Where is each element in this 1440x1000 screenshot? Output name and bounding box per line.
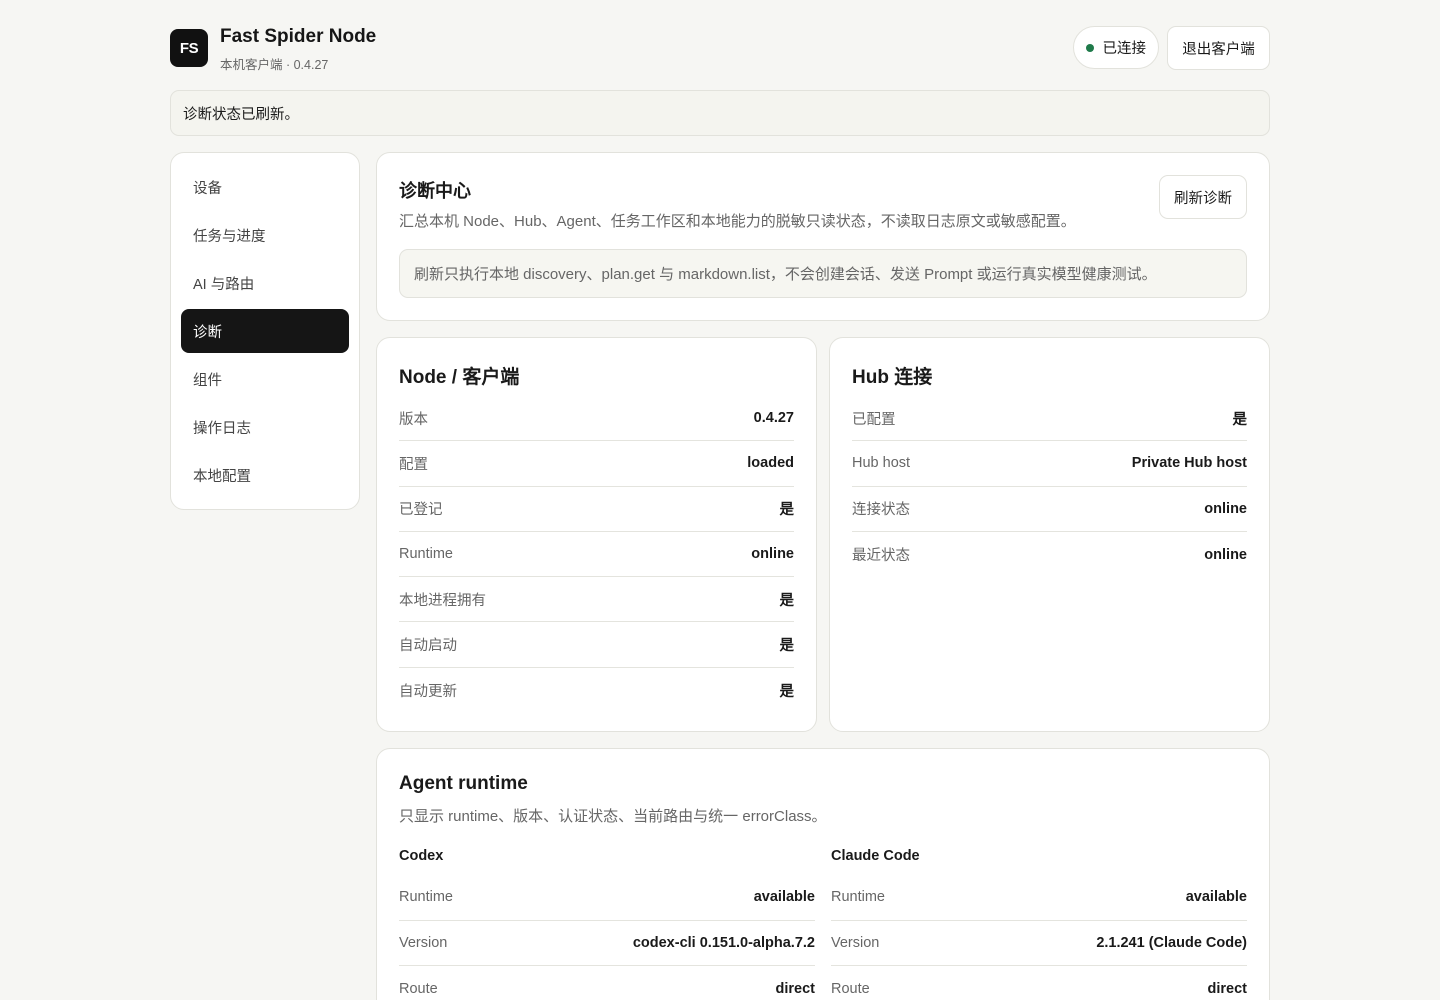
info-key: Hub host	[852, 455, 911, 472]
info-row: 本地进程拥有 是	[399, 577, 795, 623]
info-key: 本地进程拥有	[399, 592, 486, 609]
info-value: Private Hub host	[1131, 455, 1247, 472]
info-row: Version codex-cli 0.151.0-alpha.7.2	[399, 921, 815, 966]
info-row: Version 2.1.241 (Claude Code)	[831, 921, 1247, 966]
info-row: Route direct	[831, 966, 1247, 1000]
node-card-title: Node / 客户端	[399, 367, 520, 388]
info-key: Route	[399, 980, 438, 997]
app-subtitle: 本机客户端 · 0.4.27	[220, 58, 329, 72]
sidebar-item-local-config[interactable]: 本地配置	[181, 453, 349, 497]
status-dot-icon	[1085, 43, 1094, 52]
diagnostics-description: 汇总本机 Node、Hub、Agent、任务工作区和本地能力的脱敏只读状态，不读…	[399, 213, 1076, 230]
exit-client-button[interactable]: 退出客户端	[1167, 26, 1270, 70]
agent-card-title: Agent runtime	[399, 773, 528, 794]
info-key: Route	[831, 980, 870, 997]
info-row: 已配置 是	[852, 396, 1248, 442]
info-key: 已配置	[852, 411, 896, 428]
info-row: Route direct	[399, 966, 815, 1000]
info-key: 自动启动	[399, 638, 457, 655]
info-value: online	[751, 546, 794, 563]
status-notice: 诊断状态已刷新。	[170, 90, 1270, 136]
info-row: 版本 0.4.27	[399, 396, 794, 442]
info-value: available	[753, 889, 815, 906]
info-value: online	[1204, 500, 1247, 517]
info-row: Hub host Private Hub host	[852, 441, 1247, 487]
info-value: 是	[779, 502, 795, 519]
agent-name: Codex	[399, 848, 444, 864]
info-key: 版本	[399, 411, 428, 428]
sidebar-nav: 设备 任务与进度 AI 与路由 诊断 组件 操作日志 本地配置	[170, 152, 360, 510]
app-page: FS Fast Spider Node 本机客户端 · 0.4.27 已连接 退…	[0, 0, 1440, 1000]
diagnostics-center-card: 诊断中心 汇总本机 Node、Hub、Agent、任务工作区和本地能力的脱敏只读…	[376, 152, 1270, 321]
app-title: Fast Spider Node	[220, 26, 377, 47]
refresh-diagnostics-button[interactable]: 刷新诊断	[1159, 175, 1247, 219]
hub-card-title: Hub 连接	[852, 367, 933, 388]
info-value: codex-cli 0.151.0-alpha.7.2	[632, 934, 815, 951]
agent-name: Claude Code	[831, 848, 920, 864]
sidebar-item-devices[interactable]: 设备	[181, 165, 349, 209]
info-value: 0.4.27	[753, 410, 794, 427]
info-row: 最近状态 online	[852, 532, 1247, 577]
info-key: Version	[399, 934, 448, 951]
sidebar-item-tasks[interactable]: 任务与进度	[181, 213, 349, 257]
info-value: 是	[779, 683, 795, 700]
diagnostics-note: 刷新只执行本地 discovery、plan.get 与 markdown.li…	[399, 249, 1247, 298]
hub-connection-card: Hub 连接 已配置 是 Hub host Private Hub host 连接状…	[829, 337, 1270, 732]
info-key: Runtime	[399, 546, 453, 563]
agent-runtime-card: Agent runtime 只显示 runtime、版本、认证状态、当前路由与统…	[376, 748, 1270, 1000]
connection-status-badge: 已连接	[1072, 26, 1159, 69]
sidebar-item-components[interactable]: 组件	[181, 357, 349, 401]
info-key: Runtime	[831, 889, 885, 906]
info-value: direct	[1207, 980, 1248, 997]
info-key: 自动更新	[399, 683, 457, 700]
info-row: Runtime available	[831, 875, 1247, 921]
connection-status-label: 已连接	[1102, 41, 1147, 57]
info-row: Runtime available	[399, 875, 815, 921]
info-row: 配置 loaded	[399, 441, 794, 487]
app-logo: FS	[170, 29, 208, 67]
app-header: FS Fast Spider Node 本机客户端 · 0.4.27 已连接 退…	[170, 26, 1270, 72]
hub-info-list: 已配置 是 Hub host Private Hub host 连接状态 online…	[852, 396, 1247, 577]
info-value: 是	[1232, 411, 1248, 428]
agent-claude-code-section: Claude Code Runtime available Version 2.1.…	[831, 845, 1247, 1000]
info-key: 已登记	[399, 502, 443, 519]
info-value: loaded	[747, 455, 794, 472]
info-value: direct	[775, 980, 816, 997]
diagnostics-title: 诊断中心	[399, 181, 471, 201]
sidebar-item-ai-routing[interactable]: AI 与路由	[181, 261, 349, 305]
info-value: 2.1.241 (Claude Code)	[1096, 934, 1247, 951]
sidebar-item-diagnostics[interactable]: 诊断	[181, 309, 349, 353]
info-row: 已登记 是	[399, 487, 794, 532]
info-row: Runtime online	[399, 532, 794, 578]
info-key: Runtime	[399, 889, 453, 906]
info-row: 自动更新 是	[399, 668, 794, 713]
sidebar-item-operation-log[interactable]: 操作日志	[181, 405, 349, 449]
agent-card-description: 只显示 runtime、版本、认证状态、当前路由与统一 errorClass。	[399, 808, 827, 825]
info-key: Version	[831, 934, 880, 951]
info-value: online	[1204, 546, 1247, 563]
info-key: 配置	[399, 456, 428, 473]
info-row: 自动启动 是	[399, 622, 795, 668]
info-value: available	[1185, 889, 1247, 906]
info-key: 连接状态	[852, 502, 910, 519]
info-value: 是	[779, 592, 795, 609]
info-row: 连接状态 online	[852, 487, 1247, 532]
info-value: 是	[779, 638, 795, 655]
node-info-list: 版本 0.4.27 配置 loaded 已登记是 Runtime online 本地进…	[399, 396, 794, 713]
agent-codex-section: Codex Runtime available Version codex-cli …	[399, 845, 815, 1000]
node-client-card: Node / 客户端 版本 0.4.27 配置 loaded 已登记是 Runtim…	[376, 337, 817, 732]
info-key: 最近状态	[852, 548, 910, 565]
